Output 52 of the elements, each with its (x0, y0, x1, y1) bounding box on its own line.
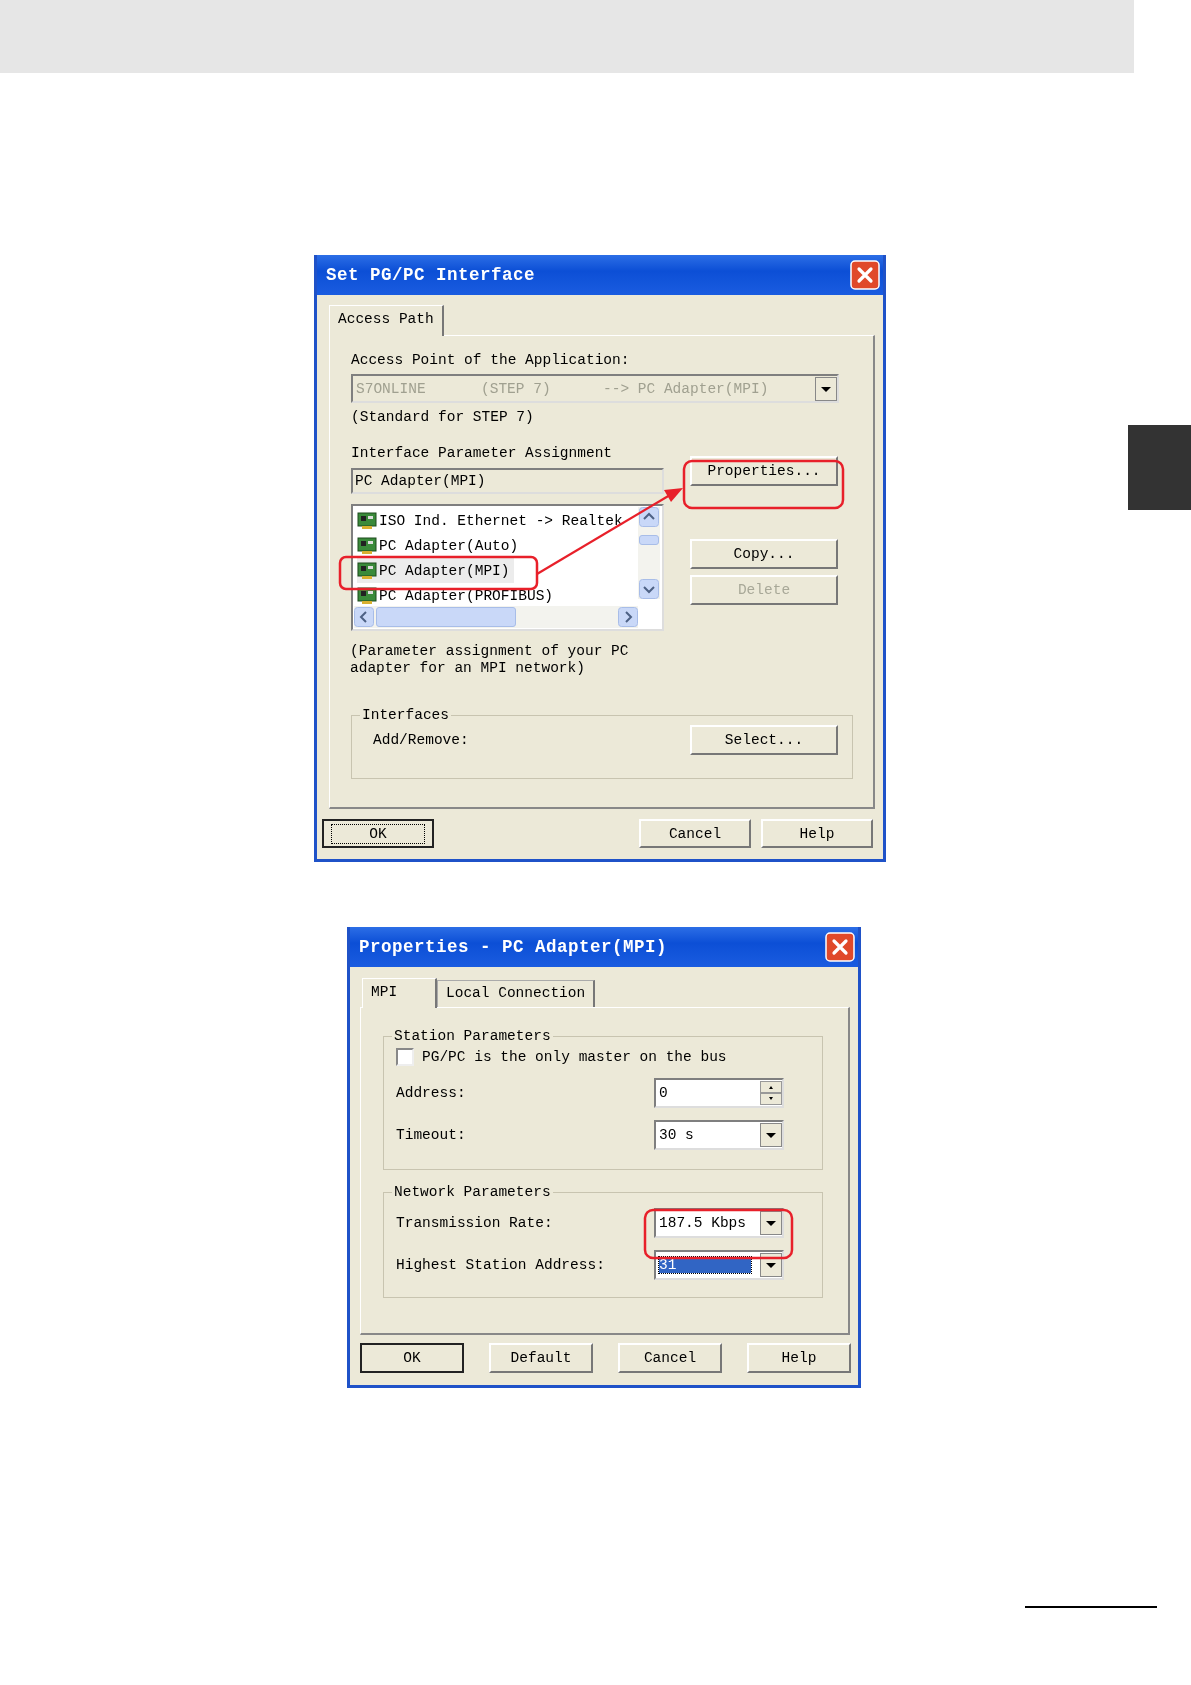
dialog-button[interactable]: Help (761, 819, 873, 848)
description-text: (Parameter assignment of your PC adapter for an MPI network) (350, 643, 630, 677)
spin-arrows-icon[interactable] (760, 1081, 782, 1105)
group-title: Network Parameters (393, 1184, 552, 1200)
dialog-button[interactable]: Cancel (639, 819, 751, 848)
list-item[interactable]: PC Adapter(Auto) (357, 533, 523, 558)
select-button[interactable]: Select... (690, 725, 838, 755)
dropdown[interactable]: 187.5 Kbps (654, 1208, 784, 1238)
tab[interactable]: Access Path (329, 305, 444, 336)
dialog-button[interactable]: Properties... (690, 456, 838, 486)
scroll-thumb[interactable] (639, 535, 659, 545)
field-label: Interface Parameter Assignment (351, 445, 613, 461)
dialog-button[interactable]: Copy... (690, 539, 838, 569)
network-card-icon (357, 511, 377, 530)
list-item[interactable]: PC Adapter(MPI) (357, 558, 514, 583)
timeout-dropdown[interactable]: 30 s (654, 1120, 784, 1150)
dropdown[interactable]: 31 (654, 1250, 784, 1280)
dialog-button[interactable]: Cancel (618, 1343, 722, 1373)
field-label: Highest Station Address: (396, 1257, 605, 1273)
field-label: Timeout: (396, 1127, 466, 1143)
scroll-up-icon[interactable] (639, 507, 659, 527)
scroll-down-icon[interactable] (639, 579, 659, 599)
dialog-button[interactable]: Help (747, 1343, 851, 1373)
network-card-icon (357, 561, 377, 580)
close-icon[interactable] (850, 260, 880, 290)
close-icon[interactable] (825, 932, 855, 962)
checkbox-label: PG/PC is the only master on the bus (422, 1049, 727, 1065)
network-card-icon (357, 536, 377, 555)
group-title: Station Parameters (393, 1028, 552, 1044)
field-label: Add/Remove: (373, 732, 469, 748)
window-title: Properties - PC Adapter(MPI) (359, 937, 668, 957)
horizontal-scrollbar[interactable] (354, 606, 638, 628)
window-title: Set PG/PC Interface (326, 265, 536, 285)
field-label: Address: (396, 1085, 466, 1101)
tab[interactable]: Local Connection (437, 980, 596, 1007)
assignment-field[interactable]: PC Adapter(MPI) (351, 468, 664, 494)
dialog-button[interactable]: Default (489, 1343, 593, 1373)
note-text: (Standard for STEP 7) (351, 409, 534, 425)
list-item[interactable]: ISO Ind. Ethernet -> Realtek (357, 508, 627, 533)
field-label: Access Point of the Application: (351, 352, 630, 368)
dialog-button[interactable]: OK (322, 819, 434, 848)
checkbox[interactable] (396, 1048, 414, 1066)
scroll-left-icon[interactable] (354, 607, 374, 627)
vertical-scrollbar[interactable] (638, 507, 660, 599)
scroll-thumb[interactable] (376, 607, 516, 627)
dialog-button[interactable]: OK (360, 1343, 464, 1373)
list-item[interactable]: PC Adapter(PROFIBUS) (357, 583, 558, 608)
address-spin-field[interactable]: 0 (654, 1078, 784, 1108)
tab[interactable]: MPI (362, 978, 437, 1008)
group-title: Interfaces (361, 707, 450, 723)
field-label: Transmission Rate: (396, 1215, 553, 1231)
scroll-right-icon[interactable] (618, 607, 638, 627)
